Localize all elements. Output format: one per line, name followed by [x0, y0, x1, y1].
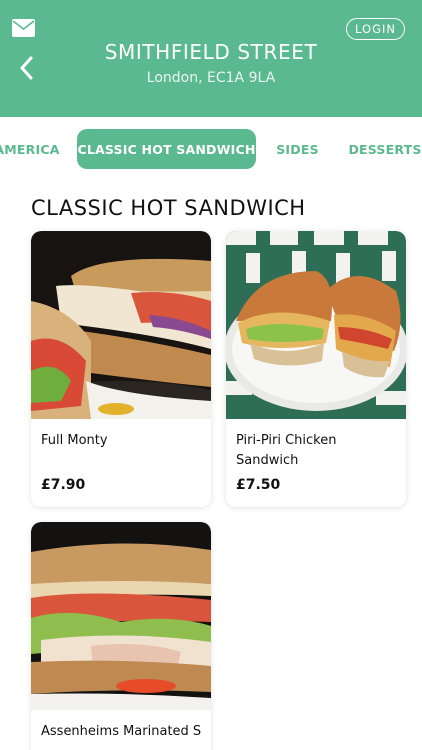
product-image: [31, 231, 211, 419]
product-price: £7.90: [41, 477, 86, 493]
tab-america[interactable]: AMERICA: [0, 129, 72, 169]
store-address: London, EC1A 9LA: [146, 70, 276, 86]
section-title: CLASSIC HOT SANDWICH: [31, 196, 306, 220]
mail-icon[interactable]: [12, 19, 35, 37]
category-tabs: AMERICA CLASSIC HOT SANDWICH SIDES DESSE…: [0, 118, 422, 180]
tab-classic-hot-sandwich[interactable]: CLASSIC HOT SANDWICH: [77, 129, 256, 169]
product-name: Full Monty: [41, 433, 108, 448]
product-card-assenheims-marinated[interactable]: Assenheims Marinated S: [31, 522, 211, 750]
store-name: SMITHFIELD STREET: [104, 40, 318, 64]
store-header: LOGIN SMITHFIELD STREET London, EC1A 9LA: [0, 0, 422, 117]
tab-desserts[interactable]: DESSERTS: [346, 129, 422, 169]
tab-sides[interactable]: SIDES: [270, 129, 325, 169]
product-card-piri-piri-chicken-sandwich[interactable]: Piri-Piri Chicken Sandwich £7.50: [226, 231, 406, 507]
product-name: Assenheims Marinated S: [41, 724, 202, 739]
product-name: Piri-Piri Chicken Sandwich: [236, 433, 337, 468]
product-image: [31, 522, 211, 710]
product-price: £7.50: [236, 477, 281, 493]
product-card-full-monty[interactable]: Full Monty £7.90: [31, 231, 211, 507]
product-image: [226, 231, 406, 419]
login-button[interactable]: LOGIN: [346, 18, 405, 40]
